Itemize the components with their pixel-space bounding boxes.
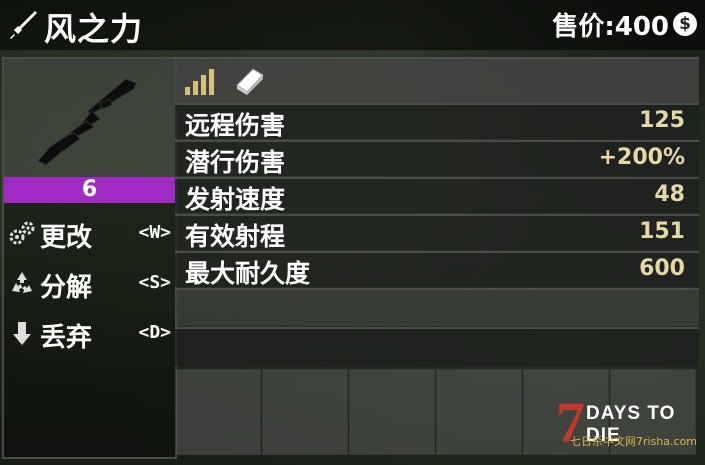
gears-icon [9, 221, 35, 245]
item-header: 风之力 售价:400 $ [0, 0, 705, 50]
stat-row: 发射速度 48 [175, 177, 699, 214]
drop-hotkey: <D> [138, 322, 171, 343]
modify-label: 更改 [40, 223, 93, 253]
scrap-action[interactable]: 分解 <S> [4, 263, 175, 305]
recycle-icon [12, 272, 32, 293]
signal-bars-icon [185, 69, 214, 95]
sale-price: 售价:400 [552, 12, 669, 42]
stat-label: 发射速度 [185, 185, 286, 214]
watermark-logo: 7 DAYS TO DIE 七日杀中文网7risha.com [556, 390, 698, 455]
coin-icon: $ [673, 12, 697, 36]
item-title: 风之力 [44, 10, 144, 48]
weapon-preview [4, 59, 175, 177]
stat-label: 最大耐久度 [185, 259, 311, 288]
modify-action[interactable]: 更改 <W> [4, 213, 175, 255]
stats-header-row [175, 57, 699, 103]
crossed-weapons-icon [10, 11, 37, 39]
drop-label: 丢弃 [40, 323, 93, 353]
item-left-panel: 6 更改 <W> 分解 <S> 丢弃 <D> [2, 57, 177, 459]
drop-action[interactable]: 丢弃 <D> [4, 313, 175, 355]
stat-label: 远程伤害 [185, 111, 286, 140]
mod-slot[interactable] [349, 369, 435, 455]
shotgun-icon [37, 78, 137, 166]
mod-slot[interactable] [436, 369, 522, 455]
stat-value: +200% [598, 145, 685, 170]
stat-row: 最大耐久度 600 [175, 251, 699, 288]
stat-value: 48 [654, 182, 685, 207]
mod-slot[interactable] [262, 369, 348, 455]
quality-level: 6 [81, 177, 98, 202]
stat-label: 潜行伤害 [185, 148, 286, 177]
watermark-subtitle: 七日杀中文网7risha.com [570, 435, 698, 448]
quality-bar: 6 [4, 177, 175, 203]
empty-row [175, 288, 699, 326]
empty-row [175, 327, 699, 367]
scrap-label: 分解 [40, 273, 93, 303]
stat-value: 125 [639, 108, 685, 133]
drop-arrow-icon [13, 322, 31, 345]
book-icon [236, 68, 264, 95]
stat-row: 潜行伤害 +200% [175, 140, 699, 177]
stat-row: 远程伤害 125 [175, 103, 699, 140]
stat-label: 有效射程 [185, 222, 286, 251]
mod-slot[interactable] [175, 369, 261, 455]
scrap-hotkey: <S> [138, 272, 171, 293]
modify-hotkey: <W> [138, 222, 171, 243]
stat-row: 有效射程 151 [175, 214, 699, 251]
stat-value: 151 [639, 219, 685, 244]
stat-value: 600 [639, 256, 685, 281]
